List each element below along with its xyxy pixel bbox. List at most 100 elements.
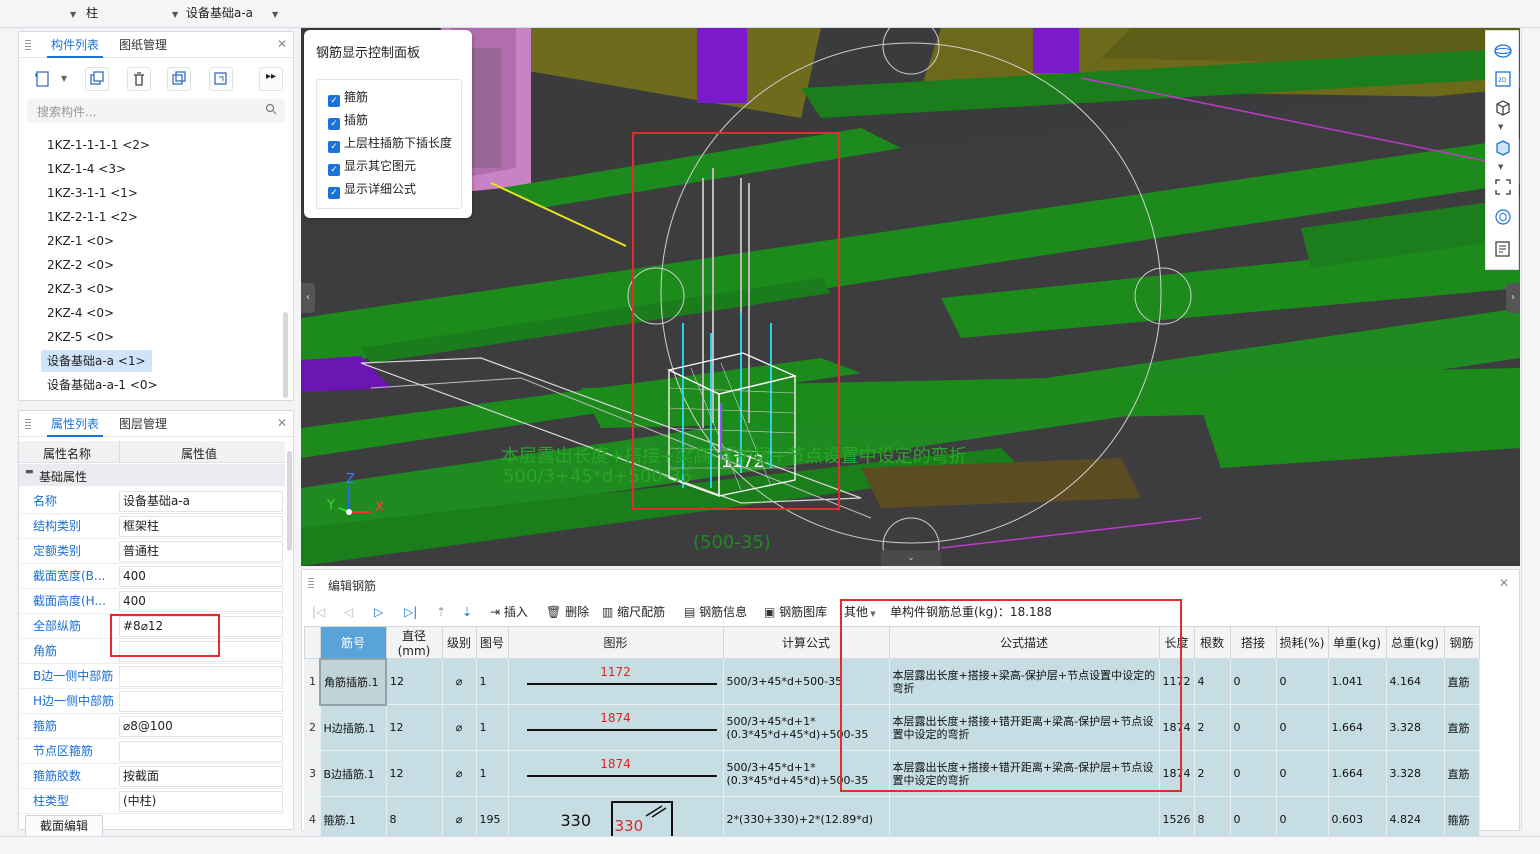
- tab-component-list[interactable]: 构件列表: [47, 32, 104, 58]
- cube-view-icon[interactable]: [1493, 137, 1513, 157]
- checkbox-checked-icon[interactable]: ✓: [328, 118, 340, 130]
- component-list-item[interactable]: 1KZ-1-1-1-1 <2>: [41, 134, 156, 156]
- property-value-field[interactable]: #8⌀12: [119, 616, 283, 637]
- type-cell[interactable]: 直筋: [1443, 750, 1480, 797]
- chevron-down-icon[interactable]: ▼: [61, 74, 67, 83]
- drag-grip-icon[interactable]: [25, 419, 31, 429]
- search-icon[interactable]: [265, 103, 277, 115]
- lap-cell[interactable]: 0: [1229, 750, 1277, 797]
- tab-property-list[interactable]: 属性列表: [47, 411, 104, 437]
- property-value-field[interactable]: ⌀8@100: [119, 716, 283, 737]
- shape-cell[interactable]: 1874: [507, 750, 724, 797]
- total-w-cell[interactable]: 3.328: [1385, 750, 1445, 797]
- property-value-field[interactable]: 按截面: [119, 766, 283, 787]
- formula-cell[interactable]: 500/3+45*d+1*(0.3*45*d+45*d)+500-35: [722, 750, 890, 797]
- column-header[interactable]: 直径(mm): [385, 626, 443, 659]
- dropdown-caret-icon[interactable]: ▼: [70, 4, 76, 23]
- display-option-checkbox[interactable]: ✓ 显示详细公式: [328, 179, 416, 199]
- diameter-cell[interactable]: 12: [385, 704, 443, 751]
- layer-copy-icon[interactable]: [209, 67, 233, 91]
- property-value-field[interactable]: 框架柱: [119, 516, 283, 537]
- diameter-cell[interactable]: 12: [385, 750, 443, 797]
- length-cell[interactable]: 1172: [1158, 658, 1195, 705]
- grade-cell[interactable]: ⌀: [441, 658, 477, 705]
- insert-button[interactable]: ⇥ 插入: [490, 603, 528, 621]
- select-3d-icon[interactable]: [1493, 207, 1513, 227]
- scale-rebar-button[interactable]: ▥ 缩尺配筋: [602, 603, 665, 621]
- prev-record-icon[interactable]: ◁: [344, 603, 353, 621]
- component-list-item[interactable]: 2KZ-5 <0>: [41, 326, 120, 348]
- dropdown-caret-icon[interactable]: ▼: [272, 4, 278, 23]
- property-value-field[interactable]: [119, 691, 283, 712]
- more-icon[interactable]: ▸▸: [259, 67, 283, 91]
- delete-icon[interactable]: [127, 67, 151, 91]
- last-record-icon[interactable]: ▷|: [404, 603, 417, 621]
- component-type-dropdown[interactable]: 柱: [86, 4, 176, 23]
- new-component-icon[interactable]: [31, 67, 55, 91]
- display-option-checkbox[interactable]: ✓ 箍筋: [328, 87, 368, 107]
- delete-button[interactable]: 🗑 删除: [546, 603, 589, 621]
- 3d-scene[interactable]: [301, 28, 1520, 566]
- collapse-left-icon[interactable]: ‹: [301, 283, 315, 313]
- grade-cell[interactable]: ⌀: [441, 750, 477, 797]
- loss-cell[interactable]: 0: [1275, 658, 1329, 705]
- column-header[interactable]: 损耗(%): [1275, 626, 1329, 659]
- column-header[interactable]: 图号: [475, 626, 509, 659]
- diameter-cell[interactable]: 12: [385, 658, 443, 705]
- fit-view-icon[interactable]: [1493, 177, 1513, 197]
- report-icon[interactable]: [1493, 239, 1513, 259]
- length-cell[interactable]: 1874: [1158, 704, 1195, 751]
- column-header[interactable]: 图形: [507, 626, 724, 659]
- column-header[interactable]: 长度: [1158, 626, 1195, 659]
- drag-grip-icon[interactable]: [308, 578, 314, 588]
- column-header[interactable]: 根数: [1193, 626, 1231, 659]
- component-list-item[interactable]: 1KZ-1-4 <3>: [41, 158, 132, 180]
- group-basic-properties[interactable]: ▬ 基础属性: [19, 464, 285, 486]
- component-name-dropdown[interactable]: 设备基础a-a: [186, 4, 276, 23]
- figure-number-cell[interactable]: 1: [475, 704, 509, 751]
- drag-grip-icon[interactable]: [25, 40, 31, 50]
- column-header[interactable]: 钢筋: [1443, 626, 1480, 659]
- count-cell[interactable]: 4: [1193, 658, 1231, 705]
- component-list-item[interactable]: 2KZ-2 <0>: [41, 254, 120, 276]
- figure-number-cell[interactable]: 1: [475, 750, 509, 797]
- property-value-field[interactable]: [119, 741, 283, 762]
- collapse-bottom-icon[interactable]: ⌄: [881, 550, 941, 566]
- close-icon[interactable]: ✕: [277, 37, 287, 51]
- rebar-name-cell[interactable]: H边插筋.1: [319, 704, 387, 751]
- display-option-checkbox[interactable]: ✓ 插筋: [328, 110, 368, 130]
- component-list-item[interactable]: 设备基础a-a-1 <0>: [41, 374, 164, 396]
- count-cell[interactable]: 2: [1193, 704, 1231, 751]
- table-row[interactable]: 1 角筋插筋.1 12 ⌀ 1 1172 500/3+45*d+500-35 本层露出长度+搭…: [304, 657, 1480, 706]
- view-2d-icon[interactable]: 2D: [1493, 69, 1513, 89]
- formula-description-cell[interactable]: 本层露出长度+搭接+梁高-保护层+节点设置中设定的弯折: [888, 658, 1160, 705]
- count-cell[interactable]: 2: [1193, 750, 1231, 797]
- component-list-item[interactable]: 2KZ-3 <0>: [41, 278, 120, 300]
- scrollbar[interactable]: [283, 312, 288, 398]
- tab-drawing-management[interactable]: 图纸管理: [115, 32, 171, 58]
- unit-w-cell[interactable]: 1.664: [1327, 750, 1387, 797]
- column-header[interactable]: 级别: [441, 626, 477, 659]
- dropdown-caret-icon[interactable]: ▼: [172, 4, 178, 23]
- copy-icon[interactable]: [85, 67, 109, 91]
- table-row[interactable]: 2 H边插筋.1 12 ⌀ 1 1874 500/3+45*d+1*(0.3*45*d+45…: [304, 704, 1480, 751]
- display-option-checkbox[interactable]: ✓ 显示其它图元: [328, 156, 416, 176]
- shape-cell[interactable]: 1874: [507, 704, 724, 751]
- search-input[interactable]: 搜索构件...: [37, 103, 96, 120]
- column-header[interactable]: 筋号: [319, 626, 387, 659]
- property-value-field[interactable]: [119, 666, 283, 687]
- property-value-field[interactable]: 设备基础a-a: [119, 491, 283, 512]
- unit-w-cell[interactable]: 1.664: [1327, 704, 1387, 751]
- display-option-checkbox[interactable]: ✓ 上层柱插筋下插长度: [328, 133, 452, 153]
- collapse-right-icon[interactable]: ›: [1506, 283, 1520, 313]
- move-up-icon[interactable]: ⇡: [436, 603, 446, 621]
- property-value-field[interactable]: 普通柱: [119, 541, 283, 562]
- close-icon[interactable]: ✕: [277, 416, 287, 430]
- formula-description-cell[interactable]: 本层露出长度+搭接+错开距离+梁高-保护层+节点设置中设定的弯折: [888, 750, 1160, 797]
- checkbox-checked-icon[interactable]: ✓: [328, 141, 340, 153]
- column-header[interactable]: 计算公式: [722, 626, 890, 659]
- scrollbar[interactable]: [287, 451, 292, 551]
- component-list-item[interactable]: 1KZ-2-1-1 <2>: [41, 206, 144, 228]
- component-list-item[interactable]: 2KZ-4 <0>: [41, 302, 120, 324]
- rebar-name-cell[interactable]: 角筋插筋.1: [319, 657, 387, 706]
